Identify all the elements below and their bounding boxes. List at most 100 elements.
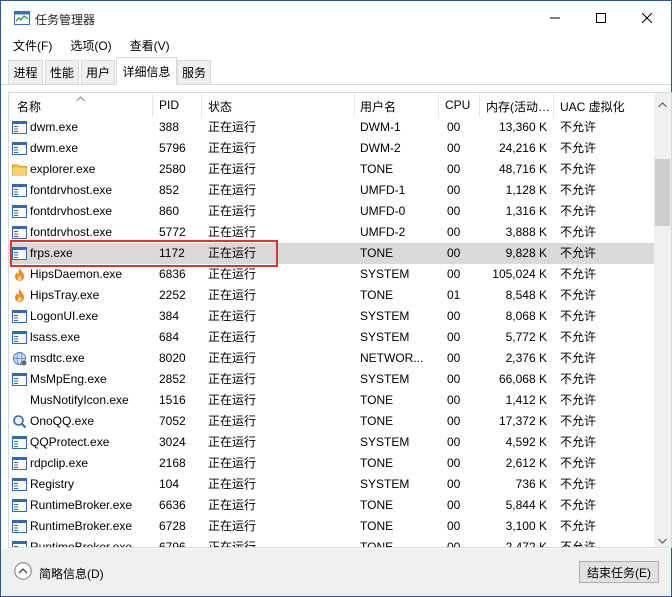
- column-divider[interactable]: [201, 93, 202, 117]
- tab-performance[interactable]: 性能: [45, 60, 79, 84]
- process-username: SYSTEM: [360, 330, 410, 344]
- process-pid: 2168: [159, 456, 186, 470]
- process-status: 正在运行: [208, 456, 257, 470]
- fewer-details-link[interactable]: 简略信息(D): [39, 565, 104, 582]
- table-row[interactable]: MsMpEng.exe 2852 正在运行 SYSTEM 00 66,068 K 不允许: [9, 369, 654, 390]
- blank-process-icon: [12, 393, 27, 408]
- process-memory: 736 K: [515, 477, 547, 491]
- tab-details[interactable]: 详细信息: [116, 57, 177, 85]
- table-row[interactable]: msdtc.exe 8020 正在运行 NETWOR... 00 2,376 K 不允许: [9, 348, 654, 369]
- column-divider[interactable]: [354, 93, 355, 117]
- end-task-button[interactable]: 结束任务(E): [579, 561, 659, 583]
- column-header-memory[interactable]: 内存(活动…: [486, 93, 553, 117]
- table-row[interactable]: MusNotifyIcon.exe 1516 正在运行 TONE 00 1,412 K 不允…: [9, 390, 654, 411]
- process-status: 正在运行: [208, 141, 257, 155]
- vertical-scrollbar[interactable]: [654, 93, 671, 547]
- column-header-username[interactable]: 用户名: [360, 93, 396, 117]
- process-pid: 684: [159, 330, 180, 344]
- scroll-down-arrow-icon[interactable]: [658, 533, 667, 547]
- process-uac-virtualization: 不允许: [560, 309, 597, 323]
- title-bar[interactable]: 任务管理器: [1, 1, 671, 35]
- scroll-up-arrow-icon[interactable]: [658, 97, 667, 111]
- column-header-cpu[interactable]: CPU: [445, 93, 470, 117]
- scrollbar-thumb[interactable]: [655, 159, 670, 226]
- process-pid: 2580: [159, 162, 186, 176]
- maximize-button[interactable]: [578, 1, 624, 35]
- tab-services[interactable]: 服务: [177, 60, 211, 84]
- table-row[interactable]: rdpclip.exe 2168 正在运行 TONE 00 2,612 K 不允许: [9, 453, 654, 474]
- process-memory: 9,828 K: [505, 246, 547, 260]
- process-name: OnoQQ.exe: [30, 414, 95, 428]
- window-process-icon: [12, 456, 27, 471]
- table-row[interactable]: RuntimeBroker.exe 6728 正在运行 TONE 00 3,100 K 不允…: [9, 516, 654, 537]
- table-row[interactable]: explorer.exe 2580 正在运行 TONE 00 48,716 K 不允许: [9, 159, 654, 180]
- process-pid: 6636: [159, 498, 186, 512]
- process-pid: 6836: [159, 267, 186, 281]
- table-row[interactable]: lsass.exe 684 正在运行 SYSTEM 00 5,772 K 不允许: [9, 327, 654, 348]
- column-header-status[interactable]: 状态: [208, 93, 232, 117]
- process-status: 正在运行: [208, 477, 257, 491]
- column-header-name[interactable]: 名称: [17, 93, 41, 117]
- process-name: RuntimeBroker.exe: [30, 519, 133, 533]
- process-pid: 5796: [159, 141, 186, 155]
- column-divider[interactable]: [479, 93, 480, 117]
- process-cpu: 00: [447, 330, 461, 344]
- table-row[interactable]: HipsTray.exe 2252 正在运行 TONE 01 8,548 K 不允许: [9, 285, 654, 306]
- chevron-up-circle-icon[interactable]: [14, 562, 32, 583]
- window-process-icon: [12, 225, 27, 240]
- table-row[interactable]: RuntimeBroker.exe 6796 正在运行 TONE 00 2,472 K 不允…: [9, 537, 654, 547]
- window-process-icon: [12, 477, 27, 492]
- process-status: 正在运行: [208, 162, 257, 176]
- process-uac-virtualization: 不允许: [560, 456, 597, 470]
- process-name: fontdrvhost.exe: [30, 225, 113, 239]
- details-table: 名称 PID 状态 用户名 CPU 内存(活动… UAC 虚拟化 dwm.exe…: [8, 92, 672, 548]
- table-row[interactable]: RuntimeBroker.exe 6636 正在运行 TONE 00 5,844 K 不允…: [9, 495, 654, 516]
- process-cpu: 00: [447, 414, 461, 428]
- process-pid: 1172: [159, 246, 185, 260]
- process-uac-virtualization: 不允许: [560, 372, 597, 386]
- column-divider[interactable]: [152, 93, 153, 117]
- close-button[interactable]: [624, 1, 670, 35]
- window-process-icon: [12, 330, 27, 345]
- column-divider[interactable]: [553, 93, 554, 117]
- table-row[interactable]: HipsDaemon.exe 6836 正在运行 SYSTEM 00 105,024 K 不…: [9, 264, 654, 285]
- menu-view[interactable]: 查看(V): [128, 35, 172, 55]
- process-uac-virtualization: 不允许: [560, 120, 597, 134]
- tab-processes[interactable]: 进程: [8, 60, 43, 84]
- process-cpu: 00: [447, 456, 461, 470]
- process-pid: 1516: [159, 393, 186, 407]
- table-row[interactable]: fontdrvhost.exe 852 正在运行 UMFD-1 00 1,128 K 不允许: [9, 180, 654, 201]
- process-name: MsMpEng.exe: [30, 372, 107, 386]
- process-pid: 5772: [159, 225, 186, 239]
- menu-file[interactable]: 文件(F): [11, 35, 54, 55]
- process-cpu: 00: [447, 120, 461, 134]
- process-cpu: 00: [447, 393, 461, 407]
- process-uac-virtualization: 不允许: [560, 225, 597, 239]
- table-row[interactable]: QQProtect.exe 3024 正在运行 SYSTEM 00 4,592 K 不允许: [9, 432, 654, 453]
- column-divider[interactable]: [438, 93, 439, 117]
- process-name: Registry: [30, 477, 75, 491]
- table-row[interactable]: dwm.exe 388 正在运行 DWM-1 00 13,360 K 不允许: [9, 117, 654, 138]
- process-uac-virtualization: 不允许: [560, 288, 597, 302]
- column-header-uac[interactable]: UAC 虚拟化: [560, 93, 625, 117]
- table-row[interactable]: LogonUI.exe 384 正在运行 SYSTEM 00 8,068 K 不允许: [9, 306, 654, 327]
- process-cpu: 00: [447, 309, 461, 323]
- table-row[interactable]: Registry 104 正在运行 SYSTEM 00 736 K 不允许: [9, 474, 654, 495]
- footer-bar: 简略信息(D) 结束任务(E): [1, 549, 671, 596]
- table-row[interactable]: dwm.exe 5796 正在运行 DWM-2 00 24,216 K 不允许: [9, 138, 654, 159]
- sort-ascending-icon: [76, 93, 85, 105]
- column-header-pid[interactable]: PID: [159, 93, 179, 117]
- process-memory: 105,024 K: [492, 267, 547, 281]
- process-memory: 3,888 K: [505, 225, 547, 239]
- minimize-button[interactable]: [532, 1, 578, 35]
- table-row[interactable]: fontdrvhost.exe 860 正在运行 UMFD-0 00 1,316 K 不允许: [9, 201, 654, 222]
- table-row[interactable]: OnoQQ.exe 7052 正在运行 TONE 00 17,372 K 不允许: [9, 411, 654, 432]
- tab-users[interactable]: 用户: [81, 60, 115, 84]
- table-row[interactable]: fontdrvhost.exe 5772 正在运行 UMFD-2 00 3,888 K 不允…: [9, 222, 654, 243]
- process-cpu: 00: [447, 372, 461, 386]
- process-status: 正在运行: [208, 414, 257, 428]
- menu-options[interactable]: 选项(O): [68, 35, 113, 55]
- window-process-icon: [12, 519, 27, 534]
- process-uac-virtualization: 不允许: [560, 267, 597, 281]
- table-row[interactable]: frps.exe 1172 正在运行 TONE 00 9,828 K 不允许: [9, 243, 654, 264]
